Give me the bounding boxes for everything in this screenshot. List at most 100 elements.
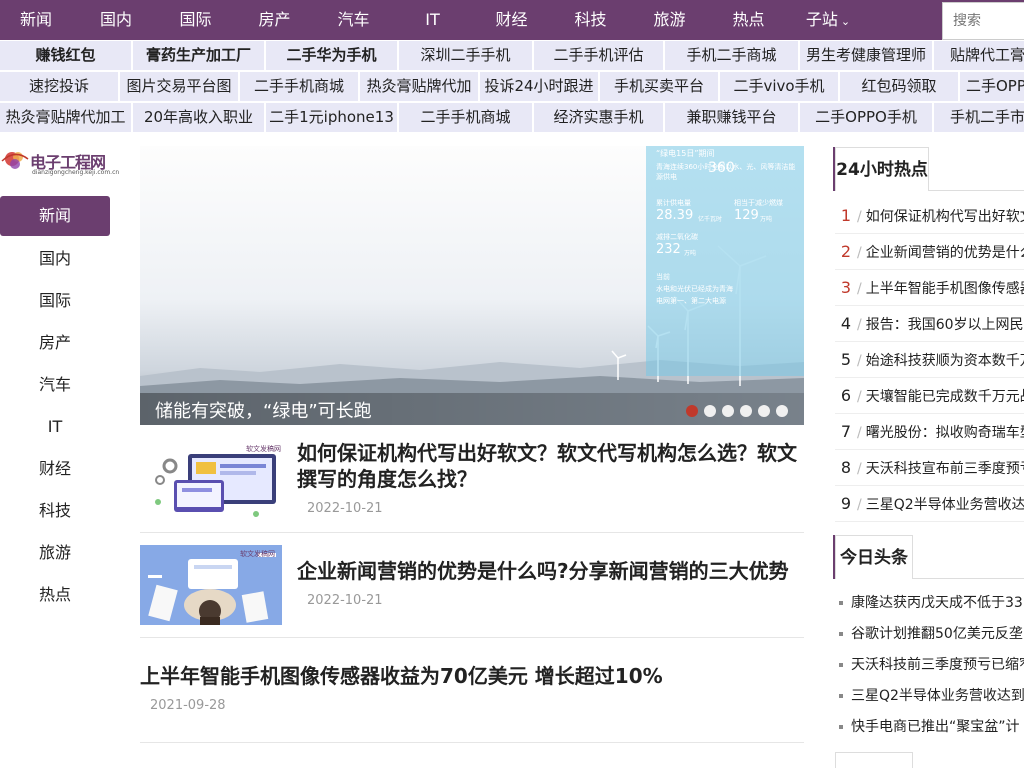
leftnav-hot[interactable]: 热点	[0, 574, 110, 616]
leftnav-auto[interactable]: 汽车	[0, 364, 110, 406]
hot24-item-title: 三星Q2半导体业务营收达	[865, 497, 1024, 513]
infographic-stat1-unit: 亿千瓦时	[698, 216, 723, 223]
bullet-icon	[839, 694, 843, 698]
leftnav-finance[interactable]: 财经	[0, 448, 110, 490]
slider-dot[interactable]	[740, 405, 752, 417]
keyword-link[interactable]: 膏药生产加工厂	[133, 41, 264, 70]
slider-dots	[680, 402, 788, 421]
headline-item-title: 三星Q2半导体业务营收达到	[851, 688, 1024, 704]
keyword-link[interactable]: 手机二手商城	[665, 41, 798, 70]
slider-dot[interactable]	[704, 405, 716, 417]
slider-dot[interactable]	[776, 405, 788, 417]
topnav-international[interactable]: 国际	[156, 0, 235, 40]
hot24-item[interactable]: 7/曙光股份：拟收购奇瑞车型	[835, 414, 1024, 450]
bullet-icon	[839, 632, 843, 636]
leftnav-realestate[interactable]: 房产	[0, 322, 110, 364]
headline-item[interactable]: 三星Q2半导体业务营收达到	[835, 681, 1024, 712]
keyword-link[interactable]: 贴牌代工膏	[934, 41, 1024, 70]
topnav-travel[interactable]: 旅游	[630, 0, 709, 40]
infographic-note: 当前	[656, 273, 670, 281]
keyword-link[interactable]: 深圳二手手机	[399, 41, 532, 70]
hot24-title[interactable]: 24小时热点	[835, 147, 929, 191]
keyword-link[interactable]: 二手手机商城	[399, 103, 532, 132]
leftnav-it[interactable]: IT	[0, 406, 110, 448]
topnav-hot[interactable]: 热点	[709, 0, 788, 40]
leftnav-news[interactable]: 新闻	[0, 196, 110, 236]
keyword-link[interactable]: 二手手机评估	[534, 41, 663, 70]
topnav-realestate[interactable]: 房产	[235, 0, 314, 40]
search-input[interactable]	[942, 2, 1024, 40]
headline-item[interactable]: 康隆达获丙戊天成不低于33.	[835, 588, 1024, 619]
keyword-link[interactable]: 经济实惠手机	[534, 103, 663, 132]
headline-item[interactable]: 快手电商已推出“聚宝盆”计	[835, 712, 1024, 743]
keyword-link[interactable]: 手机二手市	[934, 103, 1024, 132]
article-thumbnail[interactable]: 软文发稿网	[140, 440, 282, 520]
topnav-auto[interactable]: 汽车	[314, 0, 393, 40]
top-navigation: 新闻 国内 国际 房产 汽车 IT 财经 科技 旅游 热点 子站 ⌄	[0, 0, 1024, 40]
keyword-link[interactable]: 图片交易平台图	[120, 72, 238, 101]
keyword-link[interactable]: 二手vivo手机	[720, 72, 838, 101]
infographic-stat3-value: 232	[656, 242, 681, 257]
article-title[interactable]: 企业新闻营销的优势是什么吗?分享新闻营销的三大优势	[297, 558, 797, 584]
keyword-link[interactable]: 二手OPP	[960, 72, 1024, 101]
keyword-link[interactable]: 二手华为手机	[266, 41, 397, 70]
site-logo[interactable]: 电子工程网 dianzigongcheng.keji.com.cn	[0, 143, 120, 179]
keyword-link[interactable]: 20年高收入职业	[133, 103, 264, 132]
topnav-news[interactable]: 新闻	[0, 0, 72, 40]
keyword-link[interactable]: 速挖投诉	[0, 72, 118, 101]
leftnav-tech[interactable]: 科技	[0, 490, 110, 532]
keyword-link[interactable]: 兼职赚钱平台	[665, 103, 798, 132]
hot24-item[interactable]: 6/天壤智能已完成数千万元战	[835, 378, 1024, 414]
next-panel-tab[interactable]	[835, 752, 913, 768]
infographic-panel: “绿电15日”期间 青海连续360小时全部以水、光、风等清洁能源供电 360 累…	[646, 146, 804, 376]
keyword-link[interactable]: 投诉24小时跟进	[480, 72, 598, 101]
hot24-item[interactable]: 3/上半年智能手机图像传感器	[835, 270, 1024, 306]
leftnav-domestic[interactable]: 国内	[0, 238, 110, 280]
keyword-link[interactable]: 男生考健康管理师	[800, 41, 932, 70]
slider-dot[interactable]	[686, 405, 698, 417]
article-item[interactable]: 软文发稿网 企业新闻营销的优势是什么吗?分享新闻营销的三大优势 2022-10-…	[140, 545, 804, 638]
keyword-link[interactable]: 手机买卖平台	[600, 72, 718, 101]
topnav-domestic[interactable]: 国内	[76, 0, 156, 40]
topnav-it[interactable]: IT	[393, 0, 472, 40]
article-item[interactable]: 上半年智能手机图像传感器收益为70亿美元 增长超过10% 2021-09-28	[140, 650, 804, 743]
headlines-title[interactable]: 今日头条	[835, 535, 913, 579]
hot24-item[interactable]: 4/报告：我国60岁以上网民	[835, 306, 1024, 342]
headline-item[interactable]: 天沃科技前三季度预亏已缩窄	[835, 650, 1024, 681]
slider-dot[interactable]	[722, 405, 734, 417]
keyword-link[interactable]: 热灸膏贴牌代加	[360, 72, 478, 101]
hero-caption-bar: 储能有突破，“绿电”可长跑	[140, 393, 804, 425]
keyword-link[interactable]: 二手1元iphone13	[266, 103, 397, 132]
hot24-item[interactable]: 1/如何保证机构代写出好软文	[835, 198, 1024, 234]
hot24-item[interactable]: 2/企业新闻营销的优势是什么	[835, 234, 1024, 270]
keyword-link[interactable]: 热灸膏贴牌代加工	[0, 103, 131, 132]
hero-caption[interactable]: 储能有突破，“绿电”可长跑	[155, 397, 372, 423]
infographic-note: 水电和光伏已经成为青海	[656, 285, 733, 293]
rank-number: 8	[840, 458, 852, 477]
article-date: 2022-10-21	[307, 501, 383, 516]
hot24-item[interactable]: 9/三星Q2半导体业务营收达	[835, 486, 1024, 522]
chevron-down-icon: ⌄	[840, 15, 851, 28]
article-title[interactable]: 上半年智能手机图像传感器收益为70亿美元 增长超过10%	[140, 663, 800, 689]
keyword-link[interactable]: 二手OPPO手机	[800, 103, 932, 132]
keyword-link[interactable]: 二手手机商城	[240, 72, 358, 101]
hero-slider[interactable]: “绿电15日”期间 青海连续360小时全部以水、光、风等清洁能源供电 360 累…	[140, 146, 804, 425]
leftnav-travel[interactable]: 旅游	[0, 532, 110, 574]
keyword-link[interactable]: 赚钱红包	[0, 41, 131, 70]
article-title[interactable]: 如何保证机构代写出好软文？软文代写机构怎么选？软文撰写的角度怎么找？	[297, 440, 797, 492]
topnav-substations[interactable]: 子站 ⌄	[788, 0, 868, 40]
next-panel-header	[835, 752, 1024, 768]
hot24-item[interactable]: 8/天沃科技宣布前三季度预亏	[835, 450, 1024, 486]
infographic-stat2-label: 相当于减少燃煤	[734, 199, 783, 207]
keyword-link[interactable]: 红包码领取	[840, 72, 958, 101]
hot24-item-title: 上半年智能手机图像传感器	[865, 281, 1024, 297]
leftnav-international[interactable]: 国际	[0, 280, 110, 322]
topnav-finance[interactable]: 财经	[472, 0, 551, 40]
slider-dot[interactable]	[758, 405, 770, 417]
topnav-tech[interactable]: 科技	[551, 0, 630, 40]
rank-number: 2	[840, 242, 852, 261]
hot24-item[interactable]: 5/始途科技获顺为资本数千万	[835, 342, 1024, 378]
headline-item[interactable]: 谷歌计划推翻50亿美元反垄断	[835, 619, 1024, 650]
article-item[interactable]: 软文发稿网 如何保证机构代写出好软文？软文代写机构怎么选？软文撰写的角度怎么找？…	[140, 440, 804, 533]
article-thumbnail[interactable]: 软文发稿网	[140, 545, 282, 625]
